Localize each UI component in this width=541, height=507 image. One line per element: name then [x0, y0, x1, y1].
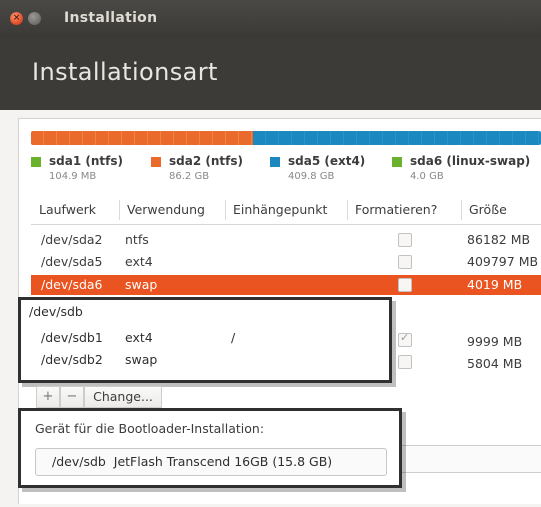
legend-swatch [270, 157, 280, 167]
partition-bar-segment-sda5 [253, 131, 541, 145]
legend-size: 104.9 MB [49, 171, 97, 182]
legend-size: 86.2 GB [169, 171, 210, 182]
add-partition-button[interactable]: + [36, 386, 60, 408]
cell-device: /dev/sda5 [41, 254, 103, 269]
column-header-size[interactable]: Größe [469, 202, 507, 217]
legend-item-sda6: sda6 (linux-swap) 4.0 GB [392, 154, 541, 188]
legend-swatch [151, 157, 161, 167]
cell-usage: swap [125, 277, 158, 292]
page-title: Installationsart [32, 58, 218, 86]
cell-device: /dev/sdb2 [41, 352, 103, 367]
table-row[interactable]: /dev/sda5 ext4 409797 MB [31, 252, 541, 272]
cell-size: 86182 MB [467, 232, 531, 247]
table-row-sdb[interactable]: /dev/sdb [21, 302, 389, 322]
table-row-selected[interactable]: /dev/sda6 swap 4019 MB [31, 275, 541, 295]
legend-item-sda1: sda1 (ntfs) 104.9 MB [31, 154, 141, 188]
sdb-highlight-box: /dev/sdb /dev/sdb1 ext4 / /dev/sdb2 swap [18, 297, 392, 383]
bootloader-select-extension[interactable] [396, 445, 541, 473]
cell-usage: ext4 [125, 330, 153, 345]
bootloader-highlight-box: Gerät für die Bootloader-Installation: /… [18, 408, 402, 488]
cell-mountpoint: / [231, 330, 236, 345]
bootloader-device-description: JetFlash Transcend 16GB (15.8 GB) [113, 454, 333, 469]
close-window-button[interactable]: × [10, 12, 23, 25]
column-header-usage[interactable]: Verwendung [127, 202, 205, 217]
window-title: Installation [64, 10, 158, 26]
table-row[interactable]: /dev/sda2 ntfs 86182 MB [31, 230, 541, 250]
legend-name: sda2 (ntfs) [169, 154, 243, 168]
legend-name: sda1 (ntfs) [49, 154, 123, 168]
table-row-sdb2[interactable]: /dev/sdb2 swap [21, 350, 389, 370]
legend-item-sda5: sda5 (ext4) 409.8 GB [270, 154, 380, 188]
cell-device: /dev/sda6 [41, 277, 103, 292]
cell-usage: swap [125, 352, 158, 367]
format-checkbox[interactable] [398, 278, 412, 292]
table-row-sdb1[interactable]: /dev/sdb1 ext4 / [21, 328, 389, 348]
cell-device: /dev/sdb1 [41, 330, 103, 345]
bootloader-device: /dev/sdb [52, 454, 106, 469]
bootloader-device-select[interactable]: /dev/sdb JetFlash Transcend 16GB (15.8 G… [35, 448, 387, 476]
legend-swatch [392, 157, 402, 167]
bootloader-device-value: /dev/sdb JetFlash Transcend 16GB (15.8 G… [52, 454, 332, 469]
partition-bar-segment-sda2 [31, 131, 253, 145]
window-titlebar: × Installation [0, 0, 541, 38]
remove-partition-button[interactable]: − [60, 386, 84, 408]
legend-size: 409.8 GB [288, 171, 335, 182]
format-checkbox-sdb2[interactable] [398, 355, 412, 369]
legend-size: 4.0 GB [410, 171, 444, 182]
minimize-window-button[interactable] [28, 12, 41, 25]
cell-size-sdb2: 5804 MB [467, 356, 523, 371]
cell-usage: ext4 [125, 254, 153, 269]
page-header: Installationsart [0, 38, 541, 110]
legend-name: sda6 (linux-swap) [410, 154, 531, 168]
legend-item-sda2: sda2 (ntfs) 86.2 GB [151, 154, 261, 188]
cell-device: /dev/sda2 [41, 232, 103, 247]
column-header-device[interactable]: Laufwerk [39, 202, 96, 217]
column-header-format[interactable]: Formatieren? [355, 202, 437, 217]
table-header: Laufwerk Verwendung Einhängepunkt Format… [31, 196, 541, 225]
format-checkbox[interactable] [398, 233, 412, 247]
partition-usage-bar [31, 131, 541, 145]
format-checkbox[interactable] [398, 255, 412, 269]
bootloader-label: Gerät für die Bootloader-Installation: [35, 421, 265, 436]
cell-usage: ntfs [125, 232, 149, 247]
cell-size: 409797 MB [467, 254, 539, 269]
legend-swatch [31, 157, 41, 167]
legend-name: sda5 (ext4) [288, 154, 366, 168]
cell-size: 4019 MB [467, 277, 523, 292]
cell-device: /dev/sdb [29, 304, 83, 319]
column-header-mountpoint[interactable]: Einhängepunkt [233, 202, 327, 217]
format-checkbox-sdb1[interactable] [398, 331, 412, 347]
cell-size-sdb1: 9999 MB [467, 334, 523, 349]
change-partition-button[interactable]: Change... [84, 386, 162, 408]
